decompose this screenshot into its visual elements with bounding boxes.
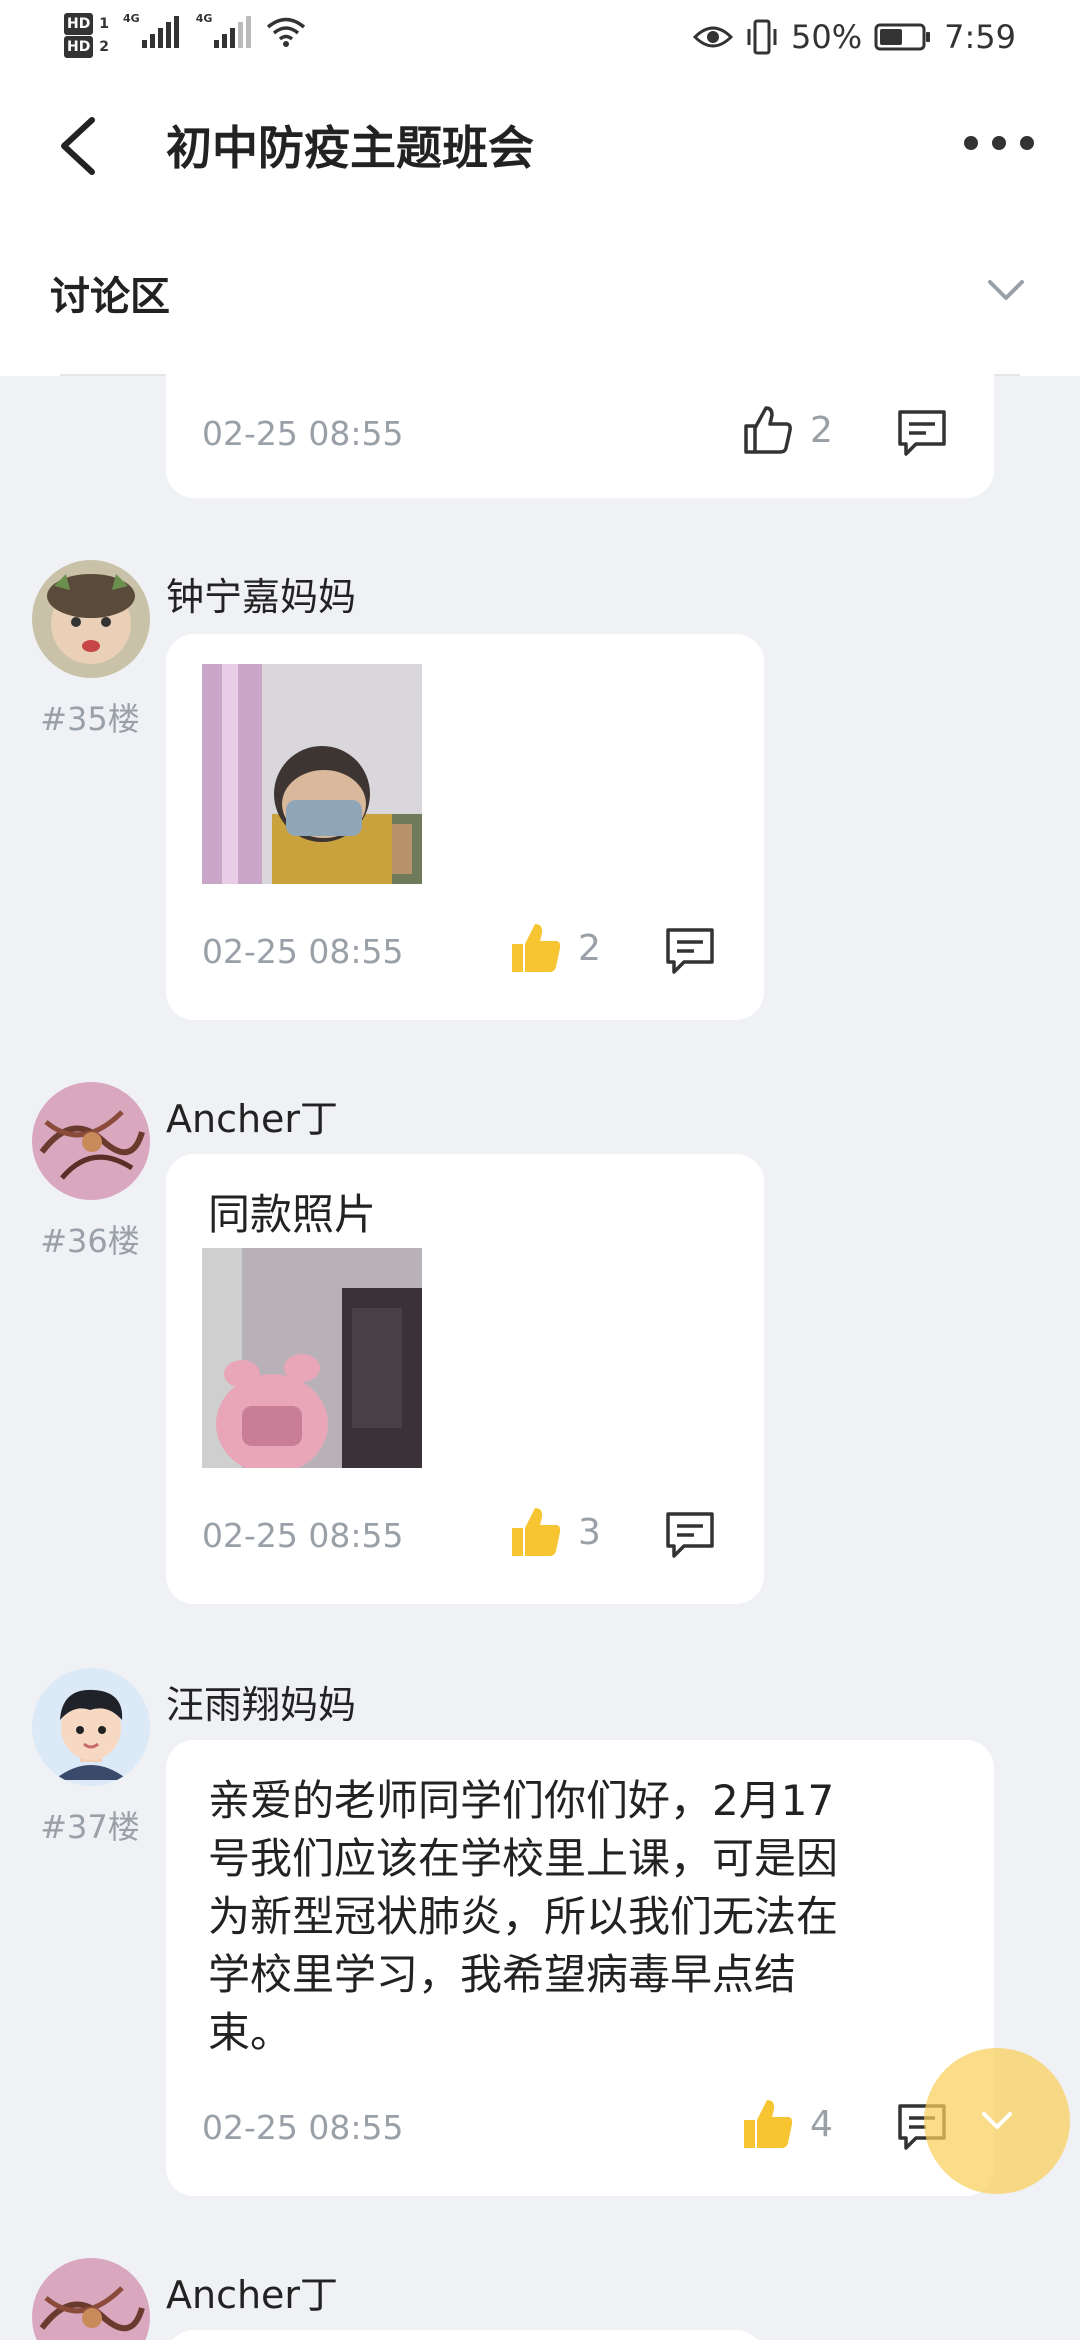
battery-percent: 50%	[791, 18, 863, 56]
like-button[interactable]: 2	[742, 404, 833, 456]
avatar[interactable]	[32, 1082, 150, 1200]
post-card: 同款照片 02-25 08:55 3	[166, 1154, 764, 1604]
discussion-label: 讨论区	[50, 274, 170, 320]
hd-indicators: HD 1 HD 2	[64, 12, 109, 58]
battery-icon	[874, 23, 931, 51]
status-left: HD 1 HD 2 4G 4G	[64, 12, 306, 58]
post-date: 02-25 08:55	[202, 932, 404, 971]
comment-icon[interactable]	[664, 1508, 716, 1560]
username[interactable]: 汪雨翔妈妈	[166, 1674, 356, 1729]
signal-2-icon: 4G	[196, 12, 255, 48]
post-date: 02-25 08:55	[202, 1516, 404, 1555]
clock: 7:59	[944, 18, 1016, 56]
comment-icon[interactable]	[896, 406, 948, 458]
post-text-line: 号我们应该在学校里上课，可是因	[208, 1834, 839, 1883]
thumbs-up-filled-icon	[512, 1508, 561, 1556]
scroll-down-button[interactable]	[924, 2048, 1070, 2194]
post-text: 同款照片	[208, 1190, 377, 1239]
chevron-down-icon[interactable]	[984, 268, 1028, 312]
like-button[interactable]: 3	[510, 1506, 601, 1558]
thumbs-up-filled-icon	[512, 924, 561, 972]
thumbs-up-filled-icon	[744, 2100, 793, 2148]
like-count: 4	[810, 2103, 833, 2145]
like-count: 3	[578, 1511, 601, 1553]
hd1-indicator: HD 1	[64, 12, 109, 35]
floor-number: #35楼	[40, 700, 140, 738]
post-photo[interactable]	[202, 1248, 422, 1468]
signal-1-icon: 4G	[123, 12, 182, 48]
username[interactable]: 钟宁嘉妈妈	[166, 566, 356, 621]
post-photo[interactable]	[202, 664, 422, 884]
like-button[interactable]: 4	[742, 2098, 833, 2150]
username[interactable]: Ancher丁	[166, 2264, 338, 2319]
post-card: 亲爱的老师同学们你们好，2月17 号我们应该在学校里上课，可是因 为新型冠状肺炎…	[166, 1740, 994, 2196]
post-card: 02-25 08:55 2	[166, 336, 994, 498]
post-text-line: 为新型冠状肺炎，所以我们无法在	[208, 1892, 839, 1941]
like-count: 2	[578, 927, 601, 969]
post-date: 02-25 08:55	[202, 414, 404, 453]
status-right: 50% 7:59	[681, 18, 1016, 56]
thumbs-up-outline-icon	[744, 406, 792, 454]
status-bar: HD 1 HD 2 4G 4G 50% 7:59	[0, 0, 1080, 72]
hd2-indicator: HD 2	[64, 35, 109, 58]
back-chevron-icon[interactable]	[54, 114, 104, 178]
post-text-line: 束。	[208, 2008, 293, 2057]
avatar[interactable]	[32, 1668, 150, 1786]
wifi-icon	[267, 17, 306, 47]
vibrate-icon	[747, 19, 777, 55]
chevron-down-icon	[982, 2112, 1012, 2129]
comment-icon[interactable]	[664, 924, 716, 976]
like-button[interactable]: 2	[510, 922, 601, 974]
post-text-line: 学校里学习，我希望病毒早点结	[208, 1950, 797, 1999]
post-date: 02-25 08:55	[202, 2108, 404, 2147]
post-text: 亲爱的老师同学们你们好，2月17 号我们应该在学校里上课，可是因 为新型冠状肺炎…	[208, 1772, 838, 2062]
avatar[interactable]	[32, 560, 150, 678]
post-text-line: 亲爱的老师同学们你们好，2月17	[208, 1776, 835, 1825]
post-card: 02-25 08:55 2	[166, 634, 764, 1020]
avatar[interactable]	[32, 2258, 150, 2340]
floor-number: #37楼	[40, 1808, 140, 1846]
post-card	[166, 2330, 764, 2340]
like-count: 2	[810, 409, 833, 451]
page-title: 初中防疫主题班会	[166, 121, 534, 175]
title-bar: 初中防疫主题班会	[0, 72, 1080, 220]
eye-icon	[693, 26, 734, 48]
floor-number: #36楼	[40, 1222, 140, 1260]
username[interactable]: Ancher丁	[166, 1088, 338, 1143]
more-dots-icon[interactable]	[964, 128, 1034, 158]
